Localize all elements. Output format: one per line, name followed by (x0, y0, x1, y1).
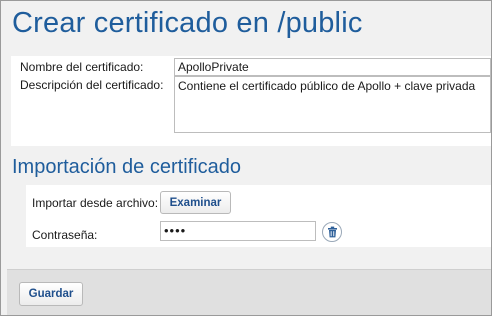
browse-button[interactable]: Examinar (160, 191, 231, 214)
footer-bar: Guardar (7, 269, 491, 315)
import-file-label: Importar desde archivo: (32, 196, 159, 210)
password-label: Contraseña: (32, 228, 98, 242)
certificate-name-input[interactable] (174, 58, 491, 76)
certificate-name-label: Nombre del certificado: (20, 60, 144, 74)
save-button[interactable]: Guardar (19, 282, 83, 306)
certificate-description-textarea[interactable]: Contiene el certificado público de Apoll… (174, 76, 491, 133)
import-section-title: Importación de certificado (12, 156, 242, 178)
trash-icon (327, 226, 337, 238)
certificate-import-panel: Importar desde archivo: Examinar Contras… (26, 185, 491, 247)
password-input[interactable]: •••• (160, 221, 316, 241)
delete-password-button[interactable] (322, 222, 342, 242)
page-title: Crear certificado en /public (12, 7, 363, 39)
certificate-description-label: Descripción del certificado: (20, 78, 164, 92)
create-certificate-window: Crear certificado en /public Nombre del … (0, 0, 492, 316)
certificate-details-panel: Nombre del certificado: Descripción del … (11, 56, 491, 146)
